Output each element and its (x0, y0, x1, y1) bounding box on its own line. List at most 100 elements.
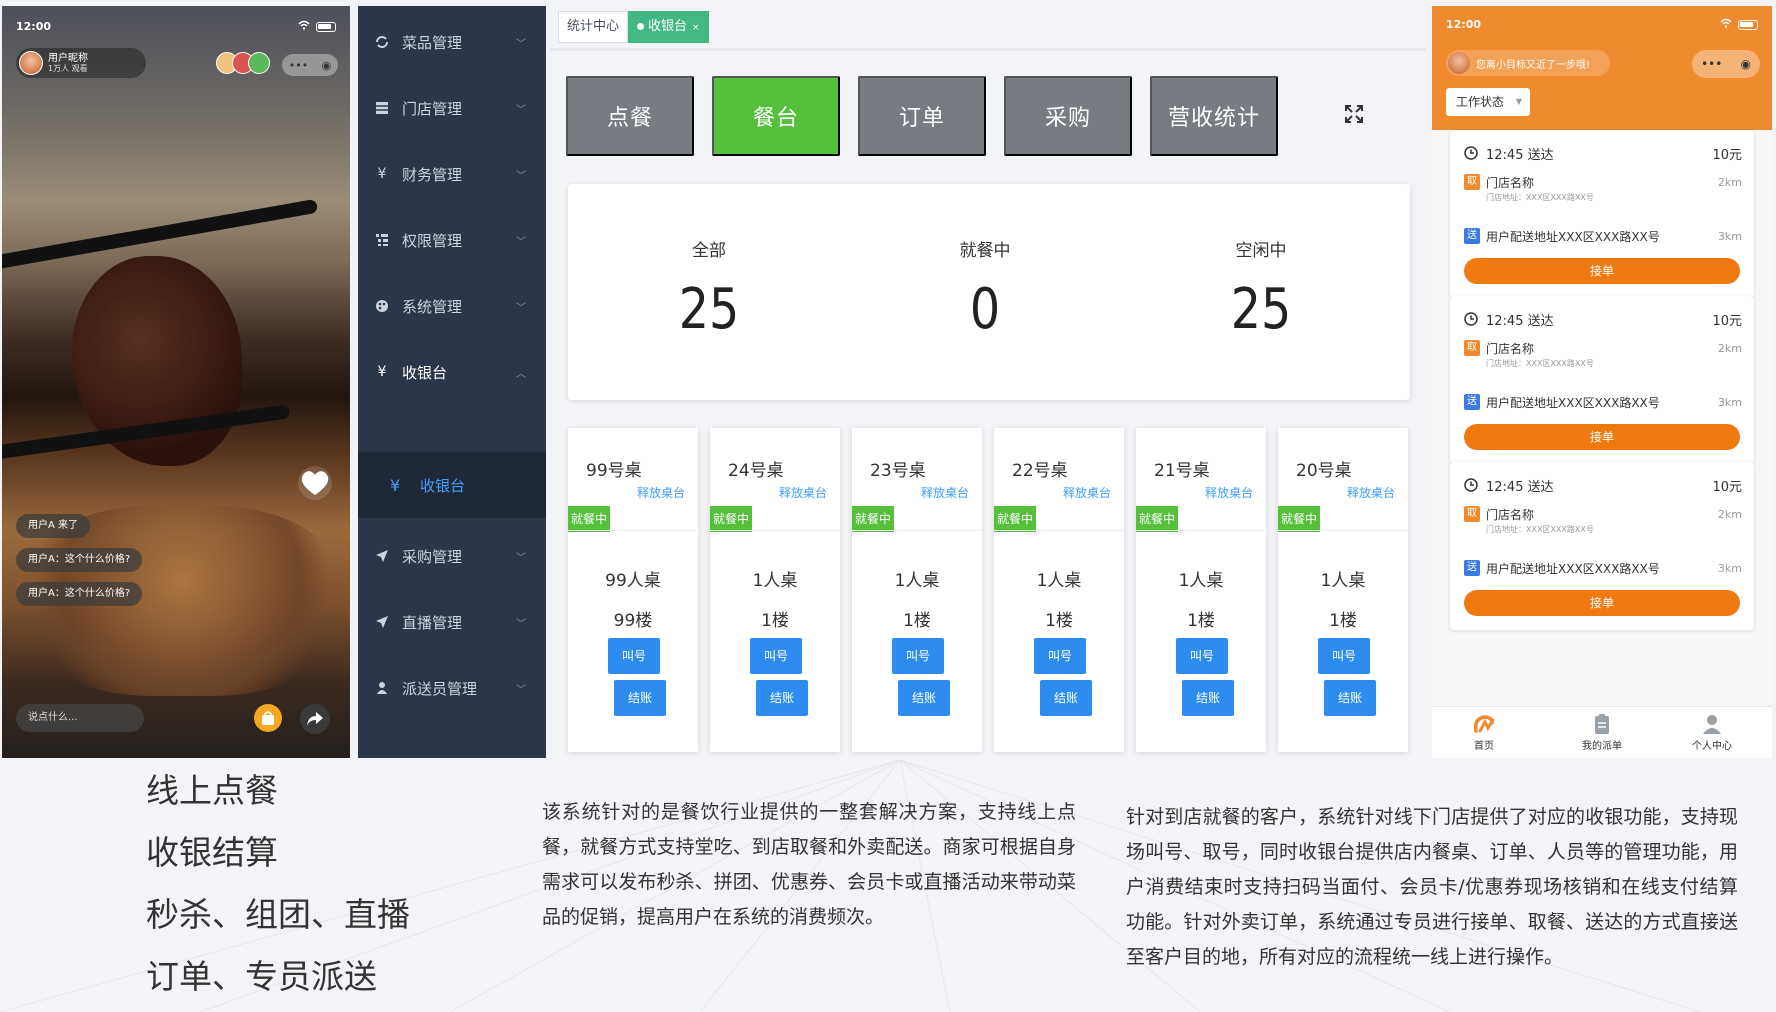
user-address: 用户配送地址XXX区XXX路XX号 (1486, 562, 1660, 576)
tab-statistics-center[interactable]: 统计中心 (558, 11, 629, 43)
call-number-button[interactable]: 叫号 (892, 638, 944, 674)
home-icon (1473, 715, 1495, 733)
checkout-button[interactable]: 结账 (1324, 680, 1376, 716)
mini-program-capsule[interactable]: ••• ◉ (282, 54, 338, 76)
tab-label: 我的派单 (1582, 741, 1622, 752)
tab-label: 统计中心 (567, 19, 620, 34)
sidebar-item-label: 权限管理 (402, 231, 463, 250)
order-food-button[interactable]: 点餐 (566, 76, 694, 156)
sidebar-item-label: 直播管理 (402, 613, 463, 632)
bottom-tabbar: 首页 我的派单 个人中心 (1432, 706, 1772, 758)
release-table-link[interactable]: 释放桌台 (1196, 484, 1262, 501)
divider (550, 48, 1426, 51)
user-distance: 3km (1717, 396, 1742, 409)
fullscreen-icon[interactable] (1344, 104, 1364, 124)
sidebar-item-live-management[interactable]: 直播管理 ﹀ (358, 586, 546, 658)
grid-icon (374, 100, 390, 116)
chevron-down-icon: ﹀ (516, 618, 526, 630)
close-circle-icon[interactable]: ◉ (1740, 57, 1750, 71)
accept-order-button[interactable]: 接单 (1464, 258, 1740, 284)
sidebar-item-system-management[interactable]: 系统管理 ﹀ (358, 270, 546, 342)
delivery-phone: 12:00 您离小目标又近了一步哦! ••• ◉ 工作状态 ▼ 12:45 送达… (1432, 6, 1772, 758)
chat-message: 用户A 来了 (16, 514, 91, 538)
sidebar-item-purchase-management[interactable]: 采购管理 ﹀ (358, 520, 546, 592)
checkout-button[interactable]: 结账 (1182, 680, 1234, 716)
comment-input[interactable]: 说点什么... (16, 704, 144, 732)
tab-my-dispatch[interactable]: 我的派单 (1552, 713, 1652, 752)
checkout-button[interactable]: 结账 (898, 680, 950, 716)
sidebar-item-label: 派送员管理 (402, 679, 478, 698)
call-number-button[interactable]: 叫号 (750, 638, 802, 674)
active-dot-icon (637, 23, 644, 30)
tab-home[interactable]: 首页 (1434, 713, 1534, 752)
like-button[interactable] (298, 466, 332, 500)
table-floor: 99楼 (613, 611, 653, 631)
release-table-link[interactable]: 释放桌台 (628, 484, 694, 501)
table-capacity: 1人桌 (752, 571, 798, 591)
sidebar-item-finance-management[interactable]: ¥ 财务管理 ﹀ (358, 138, 546, 210)
send-icon (374, 614, 390, 630)
more-icon[interactable]: ••• (289, 59, 308, 72)
call-number-button[interactable]: 叫号 (1318, 638, 1370, 674)
table-floor: 1楼 (761, 611, 789, 631)
sidebar-item-courier-management[interactable]: 派送员管理 ﹀ (358, 652, 546, 724)
share-button[interactable] (300, 704, 330, 734)
host-viewers: 1万人 观看 (48, 64, 88, 74)
shopping-bag-icon (262, 711, 274, 725)
sidebar-subitem-cashier[interactable]: ¥ 收银台 (358, 452, 546, 518)
table-card: 20号桌 释放桌台 就餐中 1人桌 1楼 叫号 结账 (1278, 428, 1408, 752)
host-avatar (19, 51, 43, 75)
call-number-button[interactable]: 叫号 (1034, 638, 1086, 674)
sidebar-subitem-label: 收银台 (420, 476, 466, 495)
release-table-link[interactable]: 释放桌台 (912, 484, 978, 501)
tab-profile[interactable]: 个人中心 (1662, 713, 1762, 752)
mini-program-capsule[interactable]: ••• ◉ (1692, 50, 1760, 78)
checkout-button[interactable]: 结账 (756, 680, 808, 716)
tab-cashier[interactable]: 收银台 × (628, 11, 709, 43)
work-status-dropdown[interactable]: 工作状态 ▼ (1446, 88, 1530, 116)
table-name: 24号桌 (728, 461, 784, 481)
orders-button[interactable]: 订单 (858, 76, 986, 156)
more-icon[interactable]: ••• (1701, 57, 1722, 71)
accept-order-button[interactable]: 接单 (1464, 590, 1740, 616)
wifi-icon (1720, 18, 1732, 31)
call-number-button[interactable]: 叫号 (1176, 638, 1228, 674)
release-table-link[interactable]: 释放桌台 (770, 484, 836, 501)
checkout-button[interactable]: 结账 (614, 680, 666, 716)
chevron-down-icon: ﹀ (516, 236, 526, 248)
release-table-link[interactable]: 释放桌台 (1338, 484, 1404, 501)
sidebar-item-cashier[interactable]: ¥ 收银台 ︿ (358, 336, 546, 408)
chevron-down-icon: ﹀ (516, 552, 526, 564)
accept-order-button[interactable]: 接单 (1464, 424, 1740, 450)
purchase-button[interactable]: 采购 (1004, 76, 1132, 156)
viewer-avatars[interactable] (216, 52, 270, 74)
chevron-up-icon: ︿ (516, 368, 526, 380)
live-stream-phone: 12:00 用户昵称 1万人 观看 ••• ◉ 用户A 来了 用户A：这个什么价… (2, 6, 350, 758)
revenue-stats-button[interactable]: 营收统计 (1150, 76, 1278, 156)
stat-value: 25 (678, 277, 740, 342)
tables-button[interactable]: 餐台 (712, 76, 840, 156)
tab-label: 收银台 (648, 19, 688, 34)
chevron-down-icon: ﹀ (516, 684, 526, 696)
battery-icon (316, 21, 336, 32)
sidebar-item-permission-management[interactable]: 权限管理 ﹀ (358, 204, 546, 276)
table-card: 22号桌 释放桌台 就餐中 1人桌 1楼 叫号 结账 (994, 428, 1124, 752)
sidebar-item-dish-management[interactable]: 菜品管理 ﹀ (358, 6, 546, 78)
delivery-fee: 10元 (1712, 480, 1742, 495)
call-number-button[interactable]: 叫号 (608, 638, 660, 674)
table-name: 21号桌 (1154, 461, 1210, 481)
table-card: 23号桌 释放桌台 就餐中 1人桌 1楼 叫号 结账 (852, 428, 982, 752)
checkout-button[interactable]: 结账 (1040, 680, 1092, 716)
sidebar-item-store-management[interactable]: 门店管理 ﹀ (358, 72, 546, 144)
stat-dining: 就餐中 0 (885, 184, 1085, 342)
table-stats-card: 全部 25 就餐中 0 空闲中 25 (568, 184, 1410, 400)
close-icon[interactable]: × (692, 23, 700, 33)
shopping-bag-button[interactable] (254, 704, 282, 732)
avatar (1448, 52, 1470, 74)
status-badge: 就餐中 (1278, 506, 1320, 532)
release-table-link[interactable]: 释放桌台 (1054, 484, 1120, 501)
host-info[interactable]: 用户昵称 1万人 观看 (16, 48, 146, 78)
close-circle-icon[interactable]: ◉ (322, 59, 332, 72)
status-badge: 就餐中 (852, 506, 894, 532)
divider (1278, 530, 1408, 531)
